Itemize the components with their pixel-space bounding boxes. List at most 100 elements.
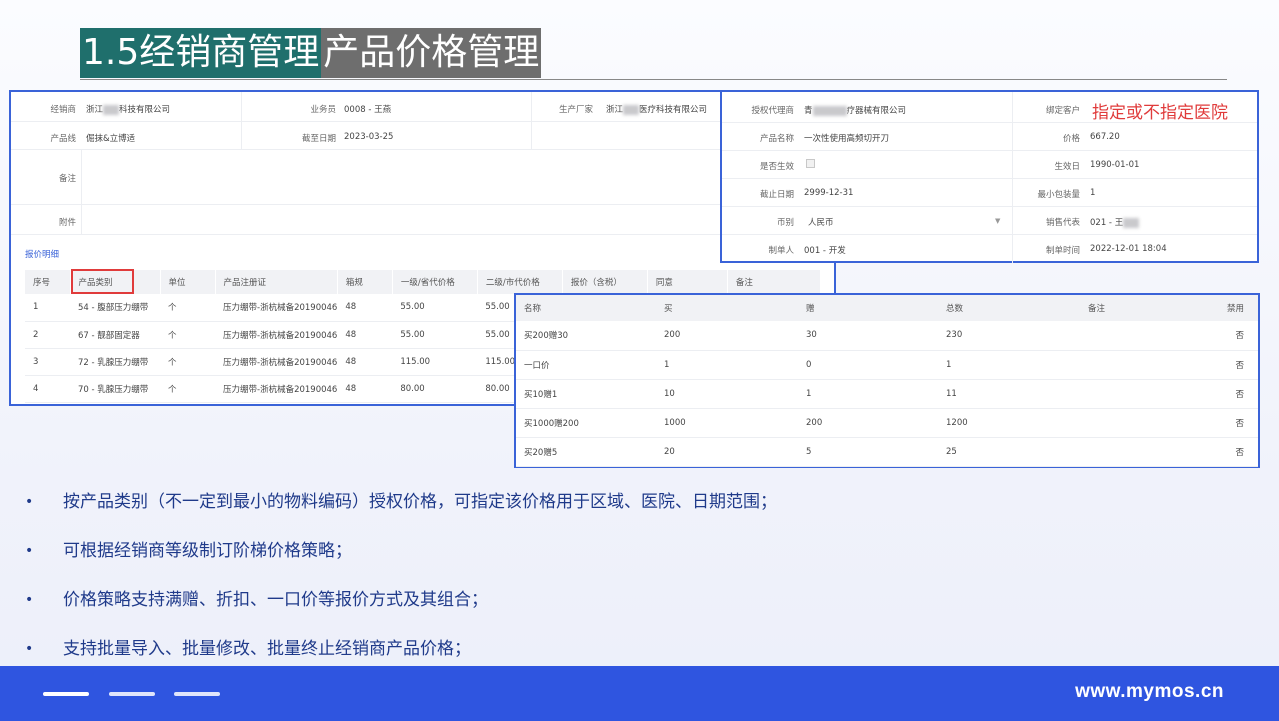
cell-name: 买1000赠200 <box>516 408 656 437</box>
cell-price-lv1: 55.00 <box>392 321 477 348</box>
bullet-text: 按产品类别（不一定到最小的物料编码）授权价格，可指定该价格用于区域、医院、日期范… <box>63 488 777 516</box>
creator-value: 001 - 开发 <box>804 244 846 256</box>
col-header: 二级/市代价格 <box>477 270 562 294</box>
bullet-text: 可根据经销商等级制订阶梯价格策略； <box>63 537 352 565</box>
form-row-remark: 备注 <box>11 150 834 205</box>
price-value[interactable]: 667.20 <box>1090 132 1120 142</box>
section-title-quote-details[interactable]: 报价明细 <box>25 248 59 260</box>
cell-price-lv1: 80.00 <box>392 375 477 402</box>
cell-total: 1200 <box>938 408 1080 437</box>
min-pack-value[interactable]: 1 <box>1090 188 1095 198</box>
slide-title-part2: 产品价格管理 <box>321 28 541 78</box>
cell-disabled: 否 <box>1200 408 1258 437</box>
product-name-value[interactable]: 一次性使用高频切开刀 <box>804 132 889 144</box>
cell-index: 1 <box>25 294 70 321</box>
cell-price-lv1: 115.00 <box>392 348 477 375</box>
col-header: 名称 <box>516 295 656 321</box>
bullet-dot-icon: • <box>25 635 33 663</box>
slide-footer: www.mymos.cn <box>0 666 1279 721</box>
auth-row-end-date: 截止日期 2999-12-31 最小包装量 1 <box>722 179 1257 207</box>
cell-unit: 个 <box>160 294 215 321</box>
table-row[interactable]: 买10赠1 10 1 11 否 <box>516 379 1258 408</box>
form-row-attachment: 附件 <box>11 205 834 235</box>
maker-label: 生产厂家 <box>541 103 593 115</box>
col-header: 赠 <box>798 295 938 321</box>
currency-label: 币别 <box>732 216 794 228</box>
col-header: 备注 <box>727 270 820 294</box>
cell-buy: 1000 <box>656 408 798 437</box>
table-row[interactable]: 买200赠30 200 30 230 否 <box>516 321 1258 350</box>
cell-category: 54 - 腹部压力绷带 <box>70 294 160 321</box>
created-time-value: 2022-12-01 18:04 <box>1090 244 1167 254</box>
table-row[interactable]: 买20赠5 20 5 25 否 <box>516 437 1258 466</box>
creator-label: 制单人 <box>732 244 794 256</box>
table-row[interactable]: 一口价 1 0 1 否 <box>516 350 1258 379</box>
cell-buy: 1 <box>656 350 798 379</box>
cell-box-spec: 48 <box>337 294 392 321</box>
col-header: 同意 <box>647 270 727 294</box>
maker-value[interactable]: 浙江医疗科技有限公司 <box>606 103 707 115</box>
cell-category: 67 - 靓部固定器 <box>70 321 160 348</box>
form-row-line: 产品线 倔抹&立博适 截至日期 2023-03-25 <box>11 122 834 150</box>
deadline-value[interactable]: 2023-03-25 <box>344 132 393 142</box>
authorization-panel: 授权代理商 青疗器械有限公司 绑定客户 指定或不指定医院 产品名称 一次性使用高… <box>720 90 1259 263</box>
end-date-value[interactable]: 2999-12-31 <box>804 188 853 198</box>
cell-registration: 压力绷带-浙杭械备20190046 <box>215 348 337 375</box>
dealer-label: 经销商 <box>31 103 76 115</box>
form-row-dealer: 经销商 浙江科技有限公司 业务员 0008 - 王燕 生产厂家 浙江医疗科技有限… <box>11 92 834 122</box>
cell-index: 4 <box>25 375 70 402</box>
effective-date-value[interactable]: 1990-01-01 <box>1090 160 1139 170</box>
chevron-down-icon[interactable]: ▼ <box>995 217 1000 225</box>
footer-decor-bar <box>109 692 155 696</box>
agent-value[interactable]: 青疗器械有限公司 <box>804 104 906 116</box>
cell-registration: 压力绷带-浙杭械备20190046 <box>215 375 337 402</box>
cell-name: 买200赠30 <box>516 321 656 350</box>
effective-checkbox[interactable] <box>806 159 815 169</box>
bullet-dot-icon: • <box>25 586 33 614</box>
footer-url[interactable]: www.mymos.cn <box>1075 681 1224 703</box>
cell-gift: 200 <box>798 408 938 437</box>
col-header: 禁用 <box>1200 295 1258 321</box>
cell-remark <box>1080 437 1200 466</box>
cell-disabled: 否 <box>1200 379 1258 408</box>
cell-unit: 个 <box>160 348 215 375</box>
effective-date-label: 生效日 <box>1022 160 1080 172</box>
col-header: 一级/省代价格 <box>392 270 477 294</box>
footer-decor-bar <box>174 692 220 696</box>
line-label: 产品线 <box>31 132 76 144</box>
sales-rep-value[interactable]: 021 - 王 <box>1090 216 1139 228</box>
cell-remark <box>1080 350 1200 379</box>
auth-row-product: 产品名称 一次性使用高频切开刀 价格 667.20 <box>722 123 1257 151</box>
auth-row-creator: 制单人 001 - 开发 制单时间 2022-12-01 18:04 <box>722 235 1257 263</box>
col-header: 总数 <box>938 295 1080 321</box>
cell-total: 230 <box>938 321 1080 350</box>
salesman-label: 业务员 <box>281 103 336 115</box>
cell-remark <box>1080 408 1200 437</box>
col-header: 报价（含税） <box>562 270 647 294</box>
cell-gift: 30 <box>798 321 938 350</box>
cell-name: 买20赠5 <box>516 437 656 466</box>
line-value[interactable]: 倔抹&立博适 <box>86 132 135 144</box>
cell-gift: 1 <box>798 379 938 408</box>
bind-customer-label: 绑定客户 <box>1022 104 1080 116</box>
col-header: 单位 <box>160 270 215 294</box>
cell-unit: 个 <box>160 321 215 348</box>
currency-select[interactable]: 人民币 <box>808 216 834 228</box>
product-name-label: 产品名称 <box>732 132 794 144</box>
redacted-mask <box>813 106 847 116</box>
col-header: 序号 <box>25 270 70 294</box>
cell-unit: 个 <box>160 375 215 402</box>
cell-index: 3 <box>25 348 70 375</box>
attachment-label: 附件 <box>31 216 76 228</box>
bullet-text: 支持批量导入、批量修改、批量终止经销商产品价格； <box>63 635 471 663</box>
cell-box-spec: 48 <box>337 348 392 375</box>
cell-buy: 20 <box>656 437 798 466</box>
dealer-value[interactable]: 浙江科技有限公司 <box>86 103 170 115</box>
salesman-value[interactable]: 0008 - 王燕 <box>344 103 391 115</box>
cell-gift: 0 <box>798 350 938 379</box>
table-row[interactable]: 买1000赠200 1000 200 1200 否 <box>516 408 1258 437</box>
col-header: 买 <box>656 295 798 321</box>
end-date-label: 截止日期 <box>732 188 794 200</box>
cell-registration: 压力绷带-浙杭械备20190046 <box>215 294 337 321</box>
cell-gift: 5 <box>798 437 938 466</box>
